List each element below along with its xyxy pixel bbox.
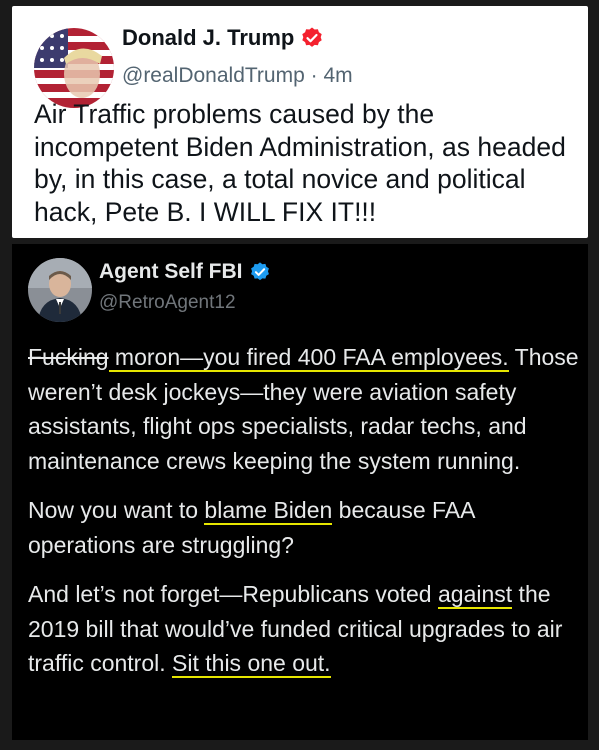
highlighted-text: blame Biden [204, 497, 333, 525]
display-name[interactable]: Agent Self FBI [99, 260, 243, 284]
paragraph-text: And let’s not forget—Republicans voted [28, 581, 438, 607]
separator-dot: · [304, 64, 324, 87]
paragraph-2: Now you want to blame Biden because FAA … [28, 493, 583, 562]
avatar-agent[interactable] [28, 258, 92, 322]
timestamp[interactable]: 4m [323, 64, 352, 87]
paragraph-1: Fucking moron—you fired 400 FAA employee… [28, 340, 583, 478]
struck-word: Fucking [28, 344, 109, 370]
tweet-text: Air Traffic problems caused by the incom… [34, 99, 566, 227]
handle[interactable]: @RetroAgent12 [99, 292, 236, 314]
verified-badge-red-icon [302, 27, 323, 47]
paragraph-3: And let’s not forget—Republicans voted a… [28, 577, 583, 681]
display-name[interactable]: Donald J. Trump [122, 25, 294, 51]
avatar-trump[interactable] [34, 28, 114, 108]
tweet-card-trump: Donald J. Trump @realDonaldTrump · 4m Ai… [12, 6, 588, 238]
flag-portrait-avatar-image [34, 28, 114, 108]
highlighted-text: Sit this one out. [172, 650, 331, 678]
tweet-text: Fucking moron—you fired 400 FAA employee… [28, 340, 583, 696]
handle-time-row: @realDonaldTrump · 4m [122, 64, 353, 88]
verified-badge-blue-icon [250, 262, 269, 281]
tweet-card-agent: Agent Self FBI @RetroAgent12 Fucking mor… [12, 244, 588, 740]
highlighted-text: against [438, 581, 513, 609]
paragraph-text: Now you want to [28, 497, 205, 523]
highlighted-text: moron—you fired 400 FAA employees. [108, 344, 509, 372]
handle[interactable]: @realDonaldTrump [122, 64, 305, 87]
man-portrait-avatar-image [28, 258, 92, 322]
display-name-row: Donald J. Trump [122, 25, 324, 51]
display-name-row: Agent Self FBI [99, 260, 271, 284]
